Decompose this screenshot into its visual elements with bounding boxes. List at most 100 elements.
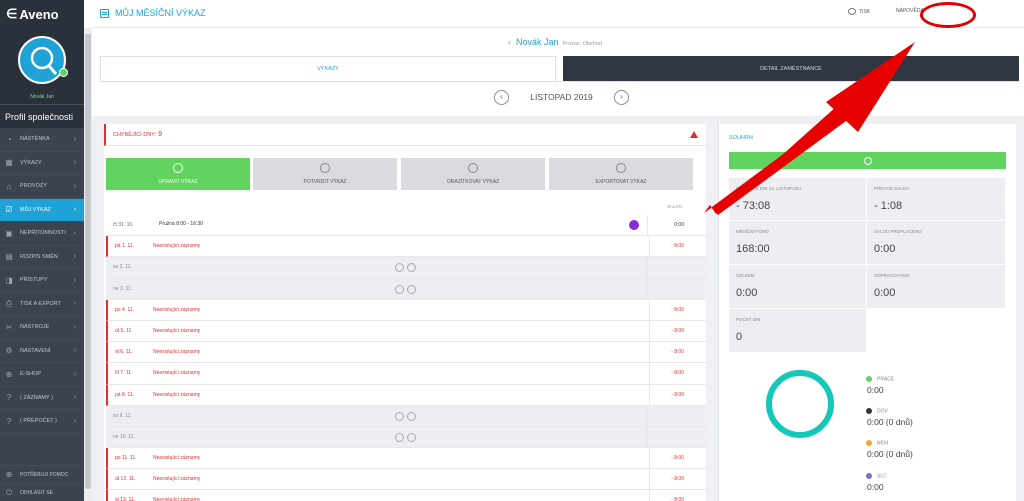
avatar[interactable] — [18, 36, 66, 84]
chevron-right-icon: › — [73, 417, 76, 425]
legend-item: PRÁCE 0:00 — [866, 376, 894, 395]
edit-icon[interactable] — [395, 411, 404, 421]
row-note: Neexistující záznamy — [153, 370, 201, 377]
sidebar-item[interactable]: ◔ NÁSTĚNKA › — [0, 128, 84, 152]
column-divider — [649, 469, 650, 490]
gear-icon: ⚙ — [5, 346, 13, 356]
more-icon[interactable] — [407, 411, 416, 421]
table-row[interactable]: út 12. 11. Neexistující záznamy - 8:00 — [106, 469, 706, 491]
export-report-button[interactable]: EXPORTOVAT VÝKAZ — [549, 158, 693, 190]
legend-value: 0:00 (0 dnů) — [867, 417, 913, 428]
sidebar-item[interactable]: ▣ NEPŘÍTOMNOSTI › — [0, 222, 84, 246]
employee-name[interactable]: Novák Jan — [516, 37, 559, 47]
table-row[interactable]: ne 3. 11. — [106, 278, 706, 300]
tab-employee-detail[interactable]: DETAIL ZAMĚSTNANCE — [563, 56, 1019, 81]
table-row[interactable]: st 13. 11. Neexistující záznamy - 8:00 — [106, 490, 706, 501]
confirm-report-button[interactable]: POTVRDIT VÝKAZ — [253, 158, 397, 190]
table-row[interactable]: ne 10. 11. — [106, 426, 706, 449]
weekend-actions — [395, 411, 419, 421]
chevron-right-icon: › — [73, 159, 76, 167]
table-row[interactable]: út 5. 11. Neexistující záznamy - 8:00 — [106, 320, 706, 343]
row-date: ne 3. 11. — [113, 285, 133, 292]
row-note: Neexistující záznamy — [153, 306, 201, 313]
edit-report-button[interactable]: UPRAVIT VÝKAZ — [106, 158, 250, 190]
company-profile-link[interactable]: Profil společnosti — [0, 104, 84, 128]
stat-label: ODPRACOVÁNO — [874, 273, 910, 278]
legend-label: DOV — [877, 408, 888, 415]
stamp-icon — [468, 163, 478, 173]
sidebar-item[interactable]: ⚙ NASTAVENÍ › — [0, 340, 84, 363]
legend-item: NEM 0:00 (0 dnů) — [866, 440, 913, 459]
stat-saldo-to-date: SALDO KE DNI 14. LISTOPADU - 73:08 — [729, 178, 867, 221]
table-row[interactable]: po 4. 11. Neexistující záznamy - 8:00 — [106, 299, 706, 321]
chevron-right-icon: › — [73, 135, 76, 143]
printer-icon — [848, 8, 856, 15]
summary-edit-button[interactable] — [729, 152, 1006, 169]
tab-vykazy[interactable]: VÝKAZY — [100, 56, 556, 81]
stat-label: PŘEVOD SALDA — [874, 186, 910, 191]
table-row[interactable]: čt 31. 10. Pružná 8:00 - 16:30 0:00 — [106, 215, 706, 237]
sidebar-item[interactable]: ☑ MŮJ VÝKAZ › — [0, 198, 84, 222]
logo-text: Aveno — [19, 6, 59, 22]
sidebar-item[interactable]: ⊕ E-SHOP › — [0, 363, 84, 387]
sidebar-item-label: POTŘEBUJI POMOC — [20, 471, 69, 478]
legend-label: NEM — [877, 440, 889, 447]
sidebar-item-label: E-SHOP — [20, 371, 42, 378]
chevron-right-icon: › — [73, 394, 76, 402]
sidebar: ∈ Aveno Novák Jan Profil společnosti ◔ NÁ… — [0, 0, 84, 501]
next-month-button[interactable]: › — [614, 89, 629, 105]
sidebar-item[interactable]: ⎙ TISK A EXPORT › — [0, 293, 84, 316]
sidebar-item[interactable]: ▦ VÝKAZY › — [0, 152, 84, 175]
stamp-report-button[interactable]: ORAZÍTKOVAT VÝKAZ — [401, 158, 545, 190]
sidebar-item[interactable]: ? ( ZÁZNAMY ) › — [0, 387, 84, 410]
door-icon: ◨ — [5, 275, 13, 285]
table-row[interactable]: pá 8. 11. Neexistující záznamy - 8:00 — [106, 384, 706, 406]
sidebar-item[interactable]: ? ( PŘEPOČET ) › — [0, 410, 84, 434]
chevron-right-icon: › — [73, 276, 76, 284]
sidebar-bottom-item[interactable]: ⏻ ODHLÁSIT SE — [0, 483, 84, 501]
edit-icon[interactable] — [395, 263, 404, 273]
row-saldo: - 8:00 — [671, 370, 684, 377]
stat-saldo-transfer: PŘEVOD SALDA - 1:08 — [867, 178, 1006, 221]
stat-monthly-fund: MĚSÍČNÍ FOND 168:00 — [729, 221, 867, 265]
legend-color-dot — [866, 473, 872, 479]
row-date: čt 31. 10. — [113, 222, 134, 228]
sidebar-item[interactable]: ⌂ PROVOZY › — [0, 175, 84, 199]
highlight-ring — [920, 2, 976, 28]
table-row[interactable]: po 11. 11. Neexistující záznamy - 8:00 — [106, 448, 706, 470]
tabs-divider — [100, 81, 1019, 82]
more-icon[interactable] — [407, 432, 416, 442]
scrollbar[interactable] — [84, 28, 92, 501]
scrollbar-thumb[interactable] — [85, 34, 91, 489]
sidebar-item[interactable]: ▤ ROZPIS SMĚN › — [0, 246, 84, 269]
edit-icon[interactable] — [395, 284, 404, 294]
sidebar-item-label: NÁSTROJE — [20, 324, 50, 331]
table-row[interactable]: st 6. 11. Neexistující záznamy - 8:00 — [106, 342, 706, 364]
online-status-dot — [59, 68, 68, 77]
column-divider — [649, 490, 650, 501]
stat-label: SALDO PROPLACENO — [874, 229, 922, 234]
edit-report-label: UPRAVIT VÝKAZ — [158, 179, 198, 185]
back-chevron-icon[interactable]: ‹ — [508, 37, 511, 47]
report-icon — [100, 8, 109, 18]
column-divider — [649, 236, 650, 257]
sidebar-item[interactable]: ◨ PŘÍSTUPY › — [0, 269, 84, 293]
edit-day-icon[interactable] — [629, 220, 639, 230]
edit-icon[interactable] — [395, 432, 404, 442]
more-icon[interactable] — [407, 284, 416, 294]
day-table: čt 31. 10. Pružná 8:00 - 16:30 0:00 pá 1. 1… — [106, 215, 706, 501]
chevron-right-icon: › — [73, 206, 76, 214]
column-divider — [647, 278, 648, 299]
table-row[interactable]: pá 1. 11. Neexistující záznamy - 8:00 — [106, 236, 706, 258]
sidebar-bottom-item[interactable]: ⊕ POTŘEBUJI POMOC — [0, 465, 84, 483]
print-button[interactable]: TISK — [848, 8, 870, 15]
table-row[interactable]: čt 7. 11. Neexistující záznamy - 8:00 — [106, 363, 706, 385]
row-date: po 11. 11. — [115, 455, 137, 462]
more-icon[interactable] — [407, 263, 416, 273]
prev-month-button[interactable]: ‹ — [494, 89, 509, 105]
stat-value: 168:00 — [736, 243, 770, 255]
logo[interactable]: ∈ Aveno — [0, 0, 84, 28]
table-row[interactable]: so 9. 11. — [106, 405, 706, 427]
sidebar-item[interactable]: ✂ NÁSTROJE › — [0, 316, 84, 340]
table-row[interactable]: so 2. 11. — [106, 257, 706, 279]
